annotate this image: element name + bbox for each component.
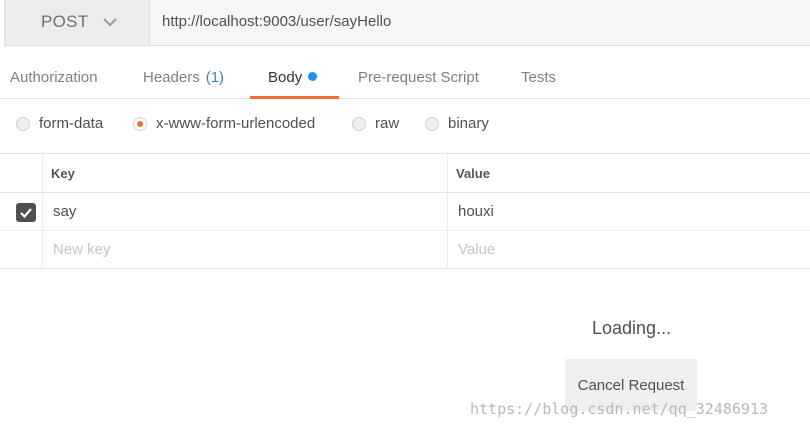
tab-label: Headers <box>143 69 200 86</box>
url-input[interactable]: http://localhost:9003/user/sayHello <box>150 0 810 46</box>
tab-headers[interactable]: Headers (1) <box>143 69 224 86</box>
loading-text: Loading... <box>592 318 672 338</box>
body-type-options: form-data x-www-form-urlencoded raw bina… <box>0 110 810 140</box>
new-value-input[interactable]: Value <box>458 241 495 258</box>
new-key-input[interactable]: New key <box>53 241 111 258</box>
tab-label: Tests <box>521 69 557 86</box>
tab-label: Pre-request Script <box>358 69 479 86</box>
radio-label: raw <box>375 115 400 132</box>
radio-button-selected[interactable] <box>133 116 147 131</box>
headers-count: (1) <box>205 69 225 86</box>
tab-label: Body <box>268 69 303 86</box>
radio-button[interactable] <box>352 116 366 131</box>
radio-button[interactable] <box>425 116 439 131</box>
radio-binary[interactable]: binary <box>425 115 489 132</box>
radio-button[interactable] <box>16 116 30 131</box>
table-row: say houxi <box>0 193 810 231</box>
radio-label: binary <box>448 115 489 132</box>
table-header-row: Key Value <box>0 154 810 193</box>
checkmark-icon <box>20 208 32 219</box>
radio-form-data[interactable]: form-data <box>16 115 103 132</box>
method-label: POST <box>41 12 89 31</box>
radio-raw[interactable]: raw <box>352 115 399 132</box>
radio-label: form-data <box>39 115 104 132</box>
request-tabs: Authorization Headers (1) Body Pre-reques… <box>0 58 810 99</box>
url-text: http://localhost:9003/user/sayHello <box>162 13 392 30</box>
radio-label: x-www-form-urlencoded <box>156 115 316 132</box>
method-selector[interactable]: POST <box>4 0 150 46</box>
radio-x-www-form-urlencoded[interactable]: x-www-form-urlencoded <box>133 115 315 132</box>
key-column-header: Key <box>51 166 75 181</box>
value-cell[interactable]: houxi <box>458 203 494 220</box>
params-table: Key Value say houxi New key Value <box>0 153 810 269</box>
tab-authorization[interactable]: Authorization <box>10 69 98 86</box>
dot-icon <box>308 72 318 81</box>
tab-tests[interactable]: Tests <box>521 69 556 86</box>
tab-label: Authorization <box>10 69 98 86</box>
chevron-down-icon <box>103 18 117 27</box>
row-enabled-checkbox[interactable] <box>16 203 36 222</box>
table-row-new: New key Value <box>0 231 810 269</box>
key-cell[interactable]: say <box>53 203 76 220</box>
active-tab-underline <box>250 96 339 99</box>
tab-body[interactable]: Body <box>268 69 318 86</box>
request-bar: POST http://localhost:9003/user/sayHello <box>0 0 810 47</box>
watermark: https://blog.csdn.net/qq_32486913 <box>470 400 769 418</box>
tab-pre-request-script[interactable]: Pre-request Script <box>358 69 479 86</box>
value-column-header: Value <box>456 166 490 181</box>
